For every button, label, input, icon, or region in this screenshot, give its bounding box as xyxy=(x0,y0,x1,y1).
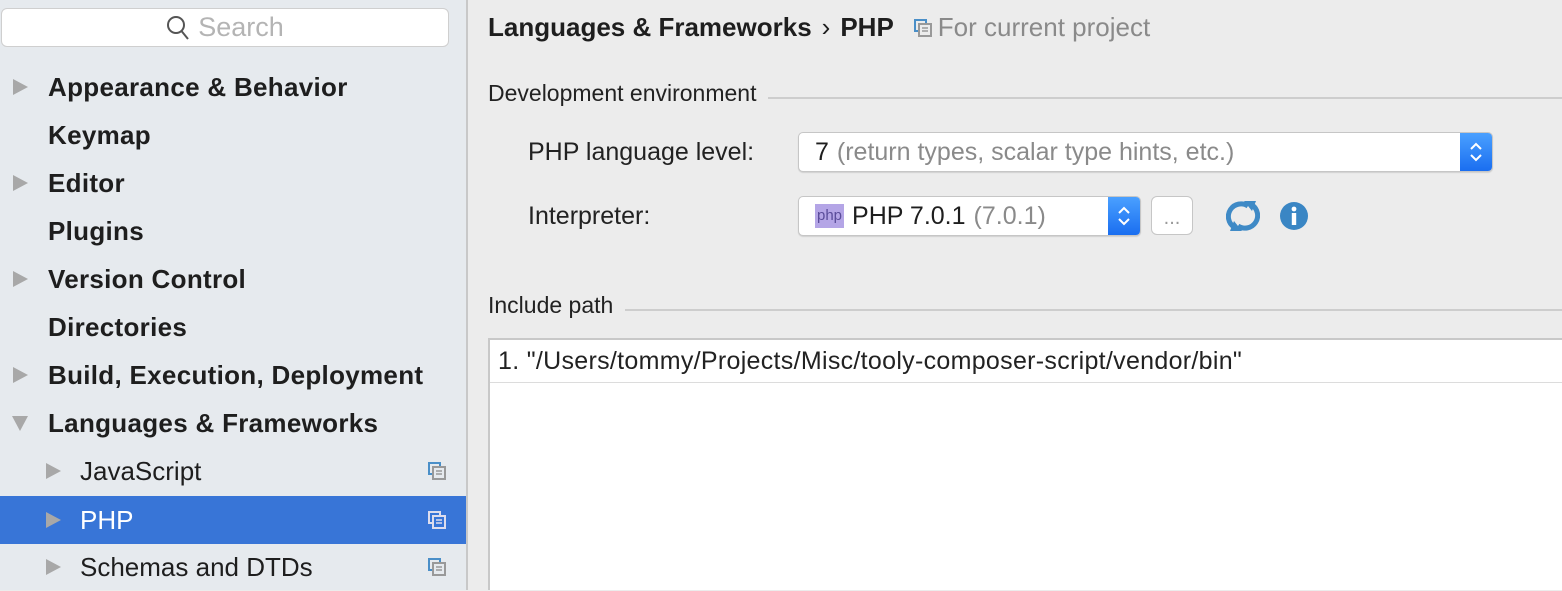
language-level-value: 7 xyxy=(815,137,829,166)
expand-arrow-icon[interactable] xyxy=(46,559,61,575)
language-level-description: (return types, scalar type hints, etc.) xyxy=(836,137,1235,166)
search-input[interactable]: Search xyxy=(1,8,449,47)
tree-item-label: Plugins xyxy=(48,215,144,246)
section-divider xyxy=(768,96,1562,99)
tree-item-label: PHP xyxy=(80,504,134,535)
dev-env-section: Development environment xyxy=(488,80,1562,107)
info-icon[interactable] xyxy=(1279,201,1309,231)
list-item[interactable]: 1. "/Users/tommy/Projects/Misc/tooly-com… xyxy=(490,340,1562,383)
collapse-arrow-icon[interactable] xyxy=(12,415,28,431)
language-level-label: PHP language level: xyxy=(528,138,755,166)
tree-item-build-execution-deployment[interactable]: Build, Execution, Deployment xyxy=(0,351,466,399)
section-title: Development environment xyxy=(488,80,757,106)
select-stepper-icon xyxy=(1460,133,1492,171)
php-icon: php xyxy=(815,204,845,228)
tree-item-directories[interactable]: Directories xyxy=(0,303,466,351)
tree-item-label: Schemas and DTDs xyxy=(80,551,313,582)
tree-item-keymap[interactable]: Keymap xyxy=(0,111,466,159)
section-divider xyxy=(625,308,1562,311)
tree-item-label: Editor xyxy=(48,167,125,198)
project-settings-icon xyxy=(428,462,446,480)
search-icon xyxy=(167,15,189,40)
project-scope-icon xyxy=(913,18,932,37)
include-path-list[interactable]: 1. "/Users/tommy/Projects/Misc/tooly-com… xyxy=(488,338,1562,590)
expand-arrow-icon[interactable] xyxy=(46,463,61,479)
project-settings-icon xyxy=(428,558,446,576)
breadcrumb-current: PHP xyxy=(840,12,894,42)
interpreter-select[interactable]: php PHP 7.0.1 (7.0.1) xyxy=(798,196,1141,236)
interpreter-label: Interpreter: xyxy=(528,202,651,230)
tree-item-label: Keymap xyxy=(48,119,151,150)
expand-arrow-icon[interactable] xyxy=(13,175,28,191)
tree-item-label: JavaScript xyxy=(80,455,202,486)
expand-arrow-icon[interactable] xyxy=(13,79,28,95)
tree-item-php[interactable]: PHP xyxy=(0,496,466,544)
tree-item-version-control[interactable]: Version Control xyxy=(0,255,466,303)
tree-item-languages-frameworks[interactable]: Languages & Frameworks xyxy=(0,399,466,447)
breadcrumb: Languages & Frameworks › PHP For current… xyxy=(488,12,1150,43)
tree-item-label: Appearance & Behavior xyxy=(48,71,348,102)
interpreter-name: PHP 7.0.1 xyxy=(852,201,966,230)
tree-item-label: Languages & Frameworks xyxy=(48,407,379,438)
tree-item-label: Version Control xyxy=(48,263,247,294)
select-stepper-icon xyxy=(1108,197,1140,235)
tree-item-appearance-behavior[interactable]: Appearance & Behavior xyxy=(0,63,466,111)
expand-arrow-icon[interactable] xyxy=(13,271,28,287)
tree-item-schemas-dtds[interactable]: Schemas and DTDs xyxy=(0,543,466,591)
settings-content: Languages & Frameworks › PHP For current… xyxy=(468,0,1562,590)
breadcrumb-separator: › xyxy=(821,12,831,42)
tree-item-editor[interactable]: Editor xyxy=(0,159,466,207)
expand-arrow-icon[interactable] xyxy=(46,512,61,528)
expand-arrow-icon[interactable] xyxy=(13,367,28,383)
browse-interpreters-button[interactable]: ... xyxy=(1151,196,1193,235)
interpreter-version: (7.0.1) xyxy=(973,201,1046,230)
tree-item-label: Build, Execution, Deployment xyxy=(48,359,424,390)
include-path-section: Include path xyxy=(488,292,1562,319)
tree-item-label: Directories xyxy=(48,311,188,342)
project-settings-icon xyxy=(428,511,446,529)
breadcrumb-parent: Languages & Frameworks xyxy=(488,12,812,42)
scope-label: For current project xyxy=(937,12,1151,42)
settings-sidebar: Search Appearance & Behavior Keymap Edit… xyxy=(0,0,468,590)
reload-icon[interactable] xyxy=(1226,200,1260,232)
section-title: Include path xyxy=(488,292,614,318)
tree-item-javascript[interactable]: JavaScript xyxy=(0,447,466,495)
search-placeholder: Search xyxy=(198,12,284,42)
language-level-select[interactable]: 7 (return types, scalar type hints, etc.… xyxy=(798,132,1493,172)
tree-item-plugins[interactable]: Plugins xyxy=(0,207,466,255)
